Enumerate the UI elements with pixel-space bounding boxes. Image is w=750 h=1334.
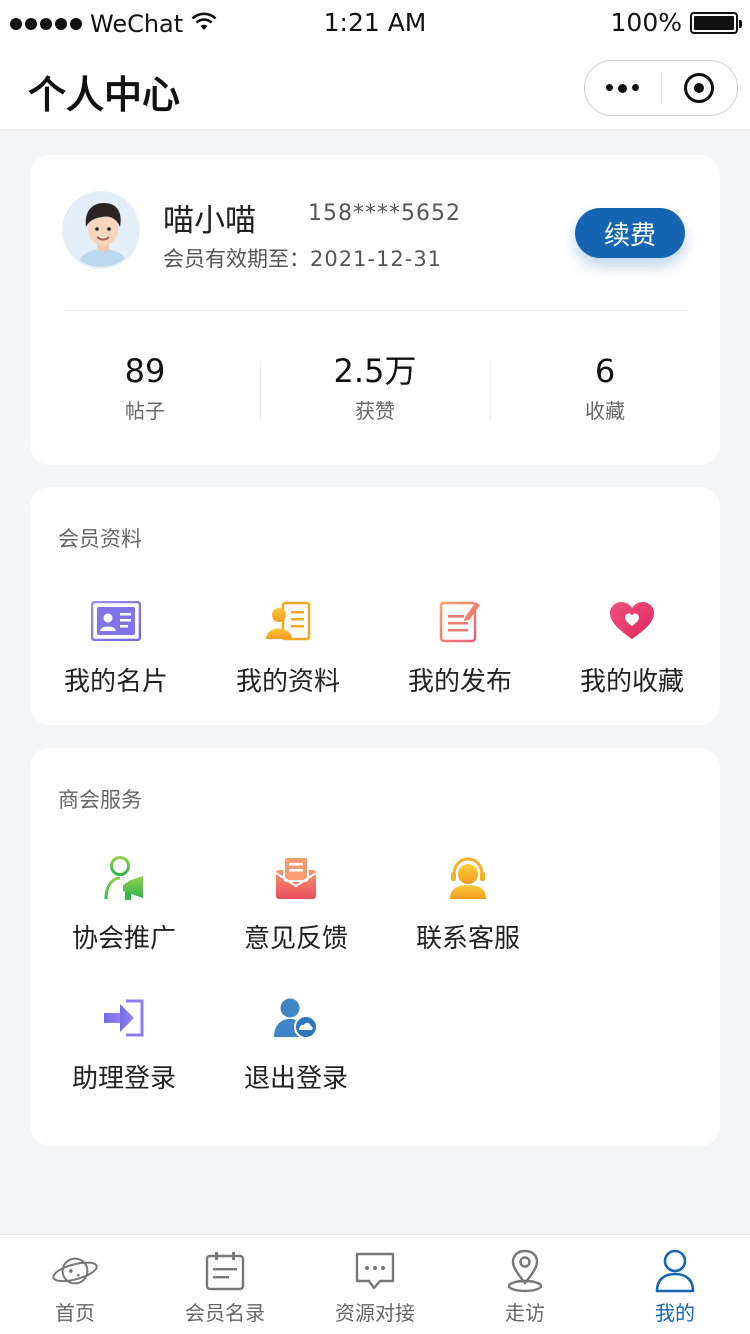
status-right: 100%: [610, 8, 742, 37]
user-name: 喵小喵: [163, 203, 256, 239]
stat-value: 2.5万: [333, 352, 417, 390]
tab-bar: 首页 会员名录 资源对接 走访 我的: [0, 1234, 750, 1334]
grid-item-my-profile[interactable]: 我的资料: [202, 595, 374, 735]
close-mini-program-button[interactable]: [662, 61, 738, 115]
tab-member-directory[interactable]: 会员名录: [150, 1235, 300, 1334]
tab-resources[interactable]: 资源对接: [300, 1235, 450, 1334]
stat-favorites[interactable]: 6 收藏: [490, 351, 720, 431]
grid-item-assistant-login[interactable]: 助理登录: [38, 992, 210, 1132]
grid-item-feedback[interactable]: 意见反馈: [210, 852, 382, 992]
battery-icon: [690, 11, 742, 34]
tab-label: 资源对接: [335, 1301, 415, 1325]
member-expiry: 会员有效期至：2021-12-31: [163, 243, 442, 273]
service-section-card: 商会服务 协会推广 意见反馈 联系客服 助理登录 退出登录: [30, 748, 720, 1146]
chat-bubble-icon: [351, 1247, 399, 1295]
profile-card: 喵小喵 158****5652 会员有效期至：2021-12-31 续费 89 …: [30, 155, 720, 465]
avatar[interactable]: [62, 191, 140, 269]
nav-bar: 个人中心: [0, 46, 750, 130]
stat-label: 帖子: [125, 399, 165, 423]
heart-icon: [606, 595, 658, 647]
feedback-mail-icon: [270, 852, 322, 904]
tab-label: 我的: [655, 1301, 695, 1325]
member-section-card: 会员资料 我的名片 我的资料 我的发布 我的收藏: [30, 487, 720, 725]
battery-label: 100%: [610, 8, 682, 37]
more-button[interactable]: [585, 61, 661, 115]
grid-item-promote[interactable]: 协会推广: [38, 852, 210, 992]
status-bar: WeChat 1:21 AM 100%: [0, 0, 750, 46]
profile-divider: [64, 310, 688, 311]
grid-item-customer-service[interactable]: 联系客服: [382, 852, 554, 992]
logout-user-icon: [270, 992, 322, 1044]
grid-label: 联系客服: [415, 924, 520, 954]
user-phone: 158****5652: [308, 201, 461, 226]
section-title: 会员资料: [58, 527, 142, 551]
tab-label: 会员名录: [185, 1301, 265, 1325]
tab-mine[interactable]: 我的: [600, 1235, 750, 1334]
service-grid: 协会推广 意见反馈 联系客服 助理登录 退出登录: [38, 852, 720, 1132]
grid-label: 我的收藏: [579, 667, 684, 697]
mini-program-capsule: [584, 60, 738, 116]
edit-note-icon: [434, 595, 486, 647]
renew-button[interactable]: 续费: [575, 208, 685, 258]
user-icon: [651, 1247, 699, 1295]
profile-doc-icon: [262, 595, 314, 647]
member-grid: 我的名片 我的资料 我的发布 我的收藏: [30, 595, 720, 735]
planet-icon: [51, 1247, 99, 1295]
stat-posts[interactable]: 89 帖子: [30, 351, 260, 431]
id-card-icon: [90, 595, 142, 647]
tab-home[interactable]: 首页: [0, 1235, 150, 1334]
tab-label: 走访: [505, 1301, 545, 1325]
stat-likes[interactable]: 2.5万 获赞: [260, 351, 490, 431]
grid-item-my-posts[interactable]: 我的发布: [374, 595, 546, 735]
stat-value: 6: [594, 352, 616, 390]
grid-label: 意见反馈: [243, 924, 348, 954]
tab-visit[interactable]: 走访: [450, 1235, 600, 1334]
more-dots-icon: [606, 83, 640, 93]
grid-label: 我的资料: [235, 667, 340, 697]
calendar-list-icon: [201, 1247, 249, 1295]
customer-service-icon: [442, 852, 494, 904]
location-pin-icon: [501, 1247, 549, 1295]
stat-label: 获赞: [355, 399, 395, 423]
stat-label: 收藏: [585, 399, 625, 423]
grid-item-my-card[interactable]: 我的名片: [30, 595, 202, 735]
stat-value: 89: [124, 352, 166, 390]
expiry-label: 会员有效期至：: [163, 247, 310, 271]
expiry-date: 2021-12-31: [310, 247, 443, 271]
section-title: 商会服务: [58, 788, 142, 812]
grid-label: 退出登录: [243, 1064, 348, 1094]
grid-label: 我的发布: [407, 667, 512, 697]
tab-label: 首页: [55, 1301, 95, 1325]
login-arrow-icon: [98, 992, 150, 1044]
promote-icon: [98, 852, 150, 904]
target-icon: [684, 73, 715, 103]
stats-row: 89 帖子 2.5万 获赞 6 收藏: [30, 351, 720, 431]
page-title: 个人中心: [28, 73, 181, 117]
grid-item-logout[interactable]: 退出登录: [210, 992, 382, 1132]
grid-item-my-favorites[interactable]: 我的收藏: [546, 595, 718, 735]
grid-label: 我的名片: [63, 667, 168, 697]
grid-label: 助理登录: [71, 1064, 176, 1094]
grid-label: 协会推广: [71, 924, 176, 954]
